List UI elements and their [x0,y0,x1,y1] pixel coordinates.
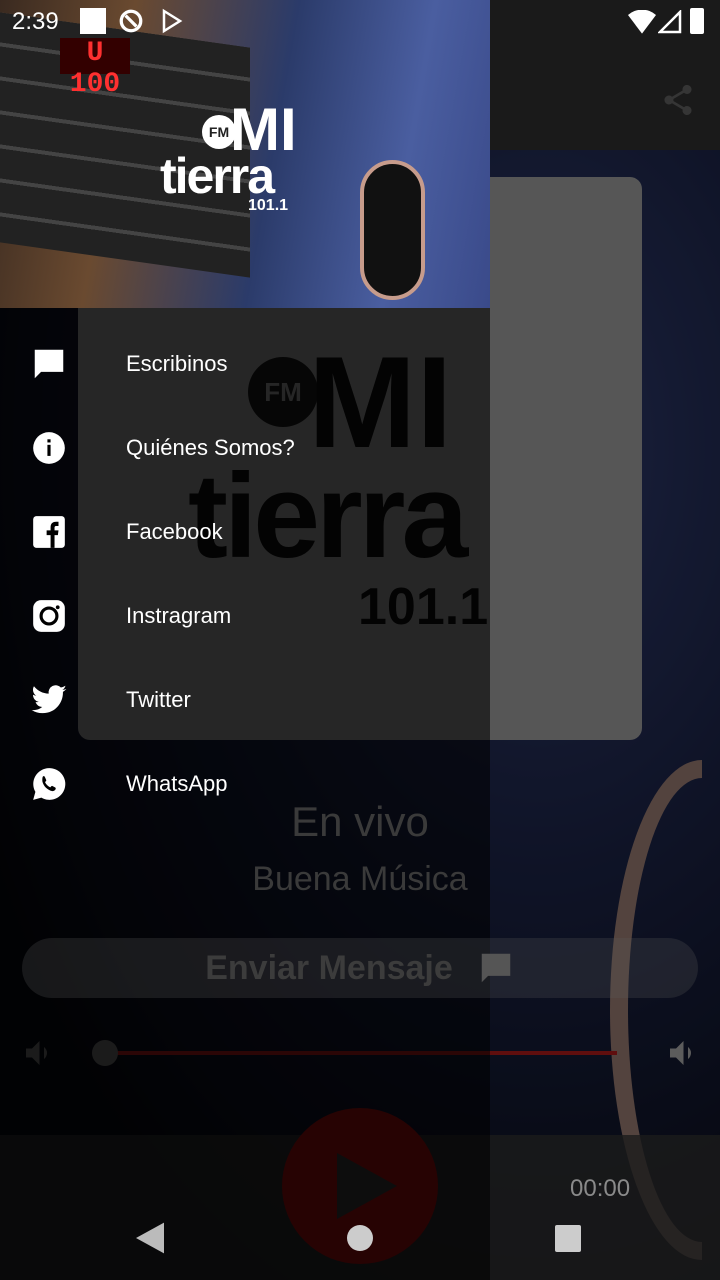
subtitle: Buena Música [252,860,468,898]
facebook-icon [33,516,65,548]
twitter-icon [31,685,67,714]
wifi-icon [628,10,656,34]
menu-item-facebook[interactable]: Facebook [0,490,490,574]
menu-item-twitter[interactable]: Twitter [0,658,490,742]
menu-item-label: Instragram [126,603,232,628]
back-icon[interactable] [136,1222,164,1254]
home-icon[interactable] [347,1225,373,1251]
drawer-menu: Escribinos Quiénes Somos? Facebook Instr… [0,322,490,826]
navigation-drawer: U 100 FM MI tierra 101.1 Escribinos Quiénes… [0,0,490,1280]
dnd-icon [119,9,143,33]
menu-item-escribinos[interactable]: Escribinos [0,322,490,406]
status-bar: 2:39 [0,0,720,44]
message-icon [481,953,511,983]
signal-icon [658,10,682,34]
instagram-icon [33,600,65,632]
menu-item-instagram[interactable]: Instragram [0,574,490,658]
send-message-button[interactable]: Enviar Mensaje [22,938,698,998]
send-message-label: Enviar Mensaje [205,948,453,987]
info-icon [33,432,65,464]
menu-item-label: Twitter [126,687,191,712]
elapsed-time: 00:00 [570,1175,631,1202]
menu-item-label: Quiénes Somos? [126,435,295,460]
menu-item-label: Facebook [126,519,223,544]
status-time: 2:39 [12,8,59,35]
system-nav-bar [0,1200,720,1280]
live-label: En vivo [291,798,429,845]
menu-item-label: WhatsApp [126,771,228,796]
microphone-photo [360,160,425,300]
menu-item-quienes-somos[interactable]: Quiénes Somos? [0,406,490,490]
notification-icon [80,8,106,34]
drawer-header-image: U 100 FM MI tierra 101.1 [0,0,490,308]
chat-icon [34,349,64,379]
battery-icon [690,8,704,34]
menu-item-label: Escribinos [126,351,228,376]
play-store-icon [162,8,183,34]
recents-icon[interactable] [555,1225,581,1252]
